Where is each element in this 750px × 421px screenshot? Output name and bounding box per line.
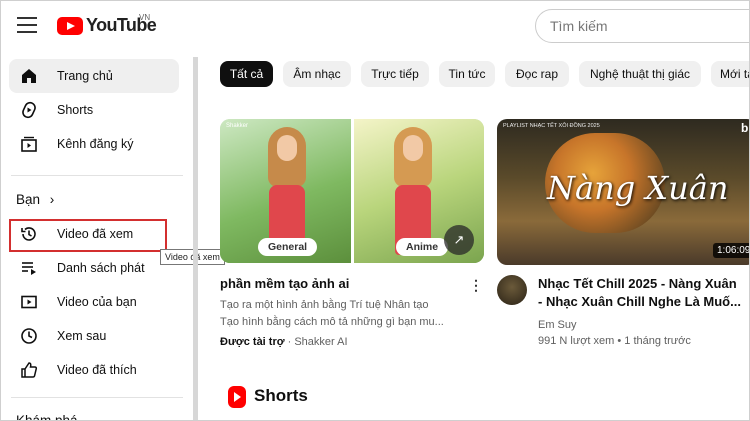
region-label: VN xyxy=(139,13,151,22)
shorts-icon xyxy=(11,101,47,119)
sidebar-item-label: Kênh đăng ký xyxy=(57,137,134,151)
chip-visual-arts[interactable]: Nghệ thuật thị giác xyxy=(579,61,701,87)
sponsored-label: Được tài trợ xyxy=(220,336,285,348)
sidebar-item-label: Video của bạn xyxy=(57,295,137,309)
youtube-window: YouTube VN Tìm kiếm Trang chủ Shorts Kên… xyxy=(0,0,750,421)
video-title-line1[interactable]: Nhạc Tết Chill 2025 - Nàng Xuân xyxy=(538,275,737,293)
sidebar-divider xyxy=(11,397,183,398)
sidebar-item-label: Xem sau xyxy=(57,329,107,343)
sidebar-item-label: Video đã thích xyxy=(57,363,137,377)
sponsor-line: Được tài trợ · Shakker AI xyxy=(220,334,348,350)
sidebar-scrollbar[interactable] xyxy=(193,57,198,420)
thumbnail-title-art: Nàng Xuân xyxy=(547,169,729,207)
thumbnail-separator xyxy=(351,119,354,263)
channel-name[interactable]: · Shakker AI xyxy=(288,336,348,348)
you-section-label: Bạn xyxy=(16,192,41,207)
channel-name[interactable]: Em Suy xyxy=(538,317,577,333)
video-title[interactable]: phần mềm tạo ảnh ai xyxy=(220,275,349,293)
youtube-logo-icon xyxy=(57,16,83,35)
sidebar-item-shorts[interactable]: Shorts xyxy=(9,93,179,127)
tag-anime: Anime xyxy=(396,238,449,256)
video-title-line2[interactable]: - Nhạc Xuân Chill Nghe Là Muố... xyxy=(538,293,741,311)
video-meta: 991 N lượt xem • 1 tháng trước xyxy=(538,335,691,347)
playlist-icon xyxy=(11,259,47,277)
sidebar-item-home[interactable]: Trang chủ xyxy=(9,59,179,93)
chip-news[interactable]: Tin tức xyxy=(439,61,495,87)
channel-avatar[interactable] xyxy=(497,275,527,305)
duration-badge: 1:06:09 xyxy=(713,243,749,258)
external-link-icon[interactable]: ↗ xyxy=(444,225,474,255)
like-icon xyxy=(11,361,47,379)
video-description-line2: Tạo hình bằng cách mô tả những gì bạn mu… xyxy=(220,316,444,328)
more-options-icon[interactable]: ⋮ xyxy=(469,277,483,294)
history-highlight-box xyxy=(9,219,167,252)
subscriptions-icon xyxy=(11,135,47,153)
thumbnail-badge: b xyxy=(741,121,749,135)
sidebar-item-label: Danh sách phát xyxy=(57,261,145,275)
video-thumbnail-nang-xuan[interactable]: PLAYLIST NHẠC TẾT XÔI ĐỒNG 2025 b Nàng X… xyxy=(497,119,749,265)
video-thumbnail-ai[interactable]: Shakker General Anime ↗ xyxy=(220,119,484,263)
chip-new[interactable]: Mới tả xyxy=(711,61,749,87)
sidebar-item-subscriptions[interactable]: Kênh đăng ký xyxy=(9,127,179,161)
sidebar-item-watch-later[interactable]: Xem sau xyxy=(9,319,179,353)
chip-live[interactable]: Trực tiếp xyxy=(361,61,429,87)
chip-all[interactable]: Tất cả xyxy=(220,61,273,87)
shorts-logo-icon xyxy=(228,386,246,408)
search-input[interactable]: Tìm kiếm xyxy=(535,9,749,43)
sidebar-item-liked[interactable]: Video đã thích xyxy=(9,353,179,387)
shorts-section-title: Shorts xyxy=(254,386,308,405)
tag-general: General xyxy=(258,238,318,256)
brand-watermark: Shakker xyxy=(226,123,249,129)
menu-icon[interactable] xyxy=(17,17,37,33)
search-placeholder: Tìm kiếm xyxy=(550,18,608,34)
sidebar-divider xyxy=(11,175,183,176)
explore-section-header[interactable]: Khám phá xyxy=(16,413,78,420)
watch-later-icon xyxy=(11,327,47,345)
sidebar-item-label: Shorts xyxy=(57,103,94,117)
chip-rap[interactable]: Đọc rap xyxy=(505,61,569,87)
sidebar-item-your-videos[interactable]: Video của bạn xyxy=(9,285,179,319)
chevron-right-icon: › xyxy=(49,192,55,207)
sidebar-item-playlists[interactable]: Danh sách phát xyxy=(9,251,179,285)
chip-music[interactable]: Âm nhạc xyxy=(283,61,351,87)
sidebar-item-label: Trang chủ xyxy=(57,69,113,83)
home-icon xyxy=(11,67,47,85)
video-description-line1: Tạo ra một hình ảnh bằng Trí tuệ Nhân tạ… xyxy=(220,299,429,311)
thumbnail-caption: PLAYLIST NHẠC TẾT XÔI ĐỒNG 2025 xyxy=(503,123,600,129)
your-videos-icon xyxy=(11,293,47,311)
you-section-header[interactable]: Bạn › xyxy=(16,192,54,207)
